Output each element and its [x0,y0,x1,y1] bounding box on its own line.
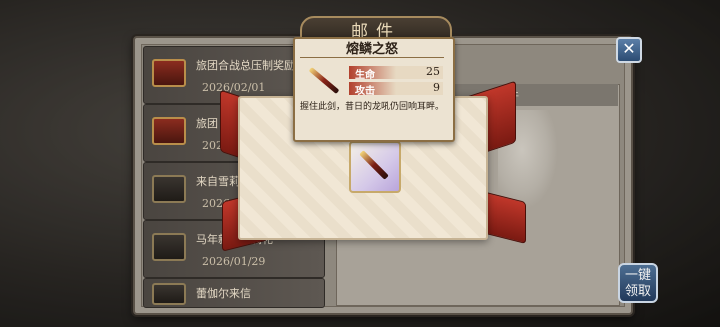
collect-all-button[interactable]: 一键 领取 [618,263,658,303]
stat-label-hp: 生命 [355,70,375,81]
stat-value-atk: 9 [433,81,440,94]
mail-item-title: 旅团合战总压制奖励 [196,59,295,72]
dark-chest-icon [152,233,186,261]
item-description: 握住此剑，昔日的龙吼仍回响耳畔。 [300,102,445,112]
item-name: 熔鳞之怒 [345,42,398,57]
red-chest-icon [152,117,186,145]
mail-item-4[interactable]: 蕾伽尔来信 [143,278,325,308]
dark-chest-icon [152,283,186,305]
mail-item-date: 2026/02/01 [202,81,266,94]
mail-item-title: 旅团 [196,117,218,130]
close-button[interactable]: ✕ [616,37,642,63]
mail-item-title: 蕾伽尔来信 [196,287,251,300]
collect-all-label-1: 一键 [624,268,651,283]
mail-item-date: 2026/01/29 [202,255,266,268]
collect-all-label-2: 领取 [624,284,651,299]
tooltip-divider [300,57,444,58]
red-chest-icon [152,59,186,87]
stat-label-atk: 攻击 [355,86,375,97]
dark-chest-icon [152,175,186,203]
mail-item-title: 来自雪莉 [196,175,240,188]
stat-value-hp: 25 [426,65,440,78]
